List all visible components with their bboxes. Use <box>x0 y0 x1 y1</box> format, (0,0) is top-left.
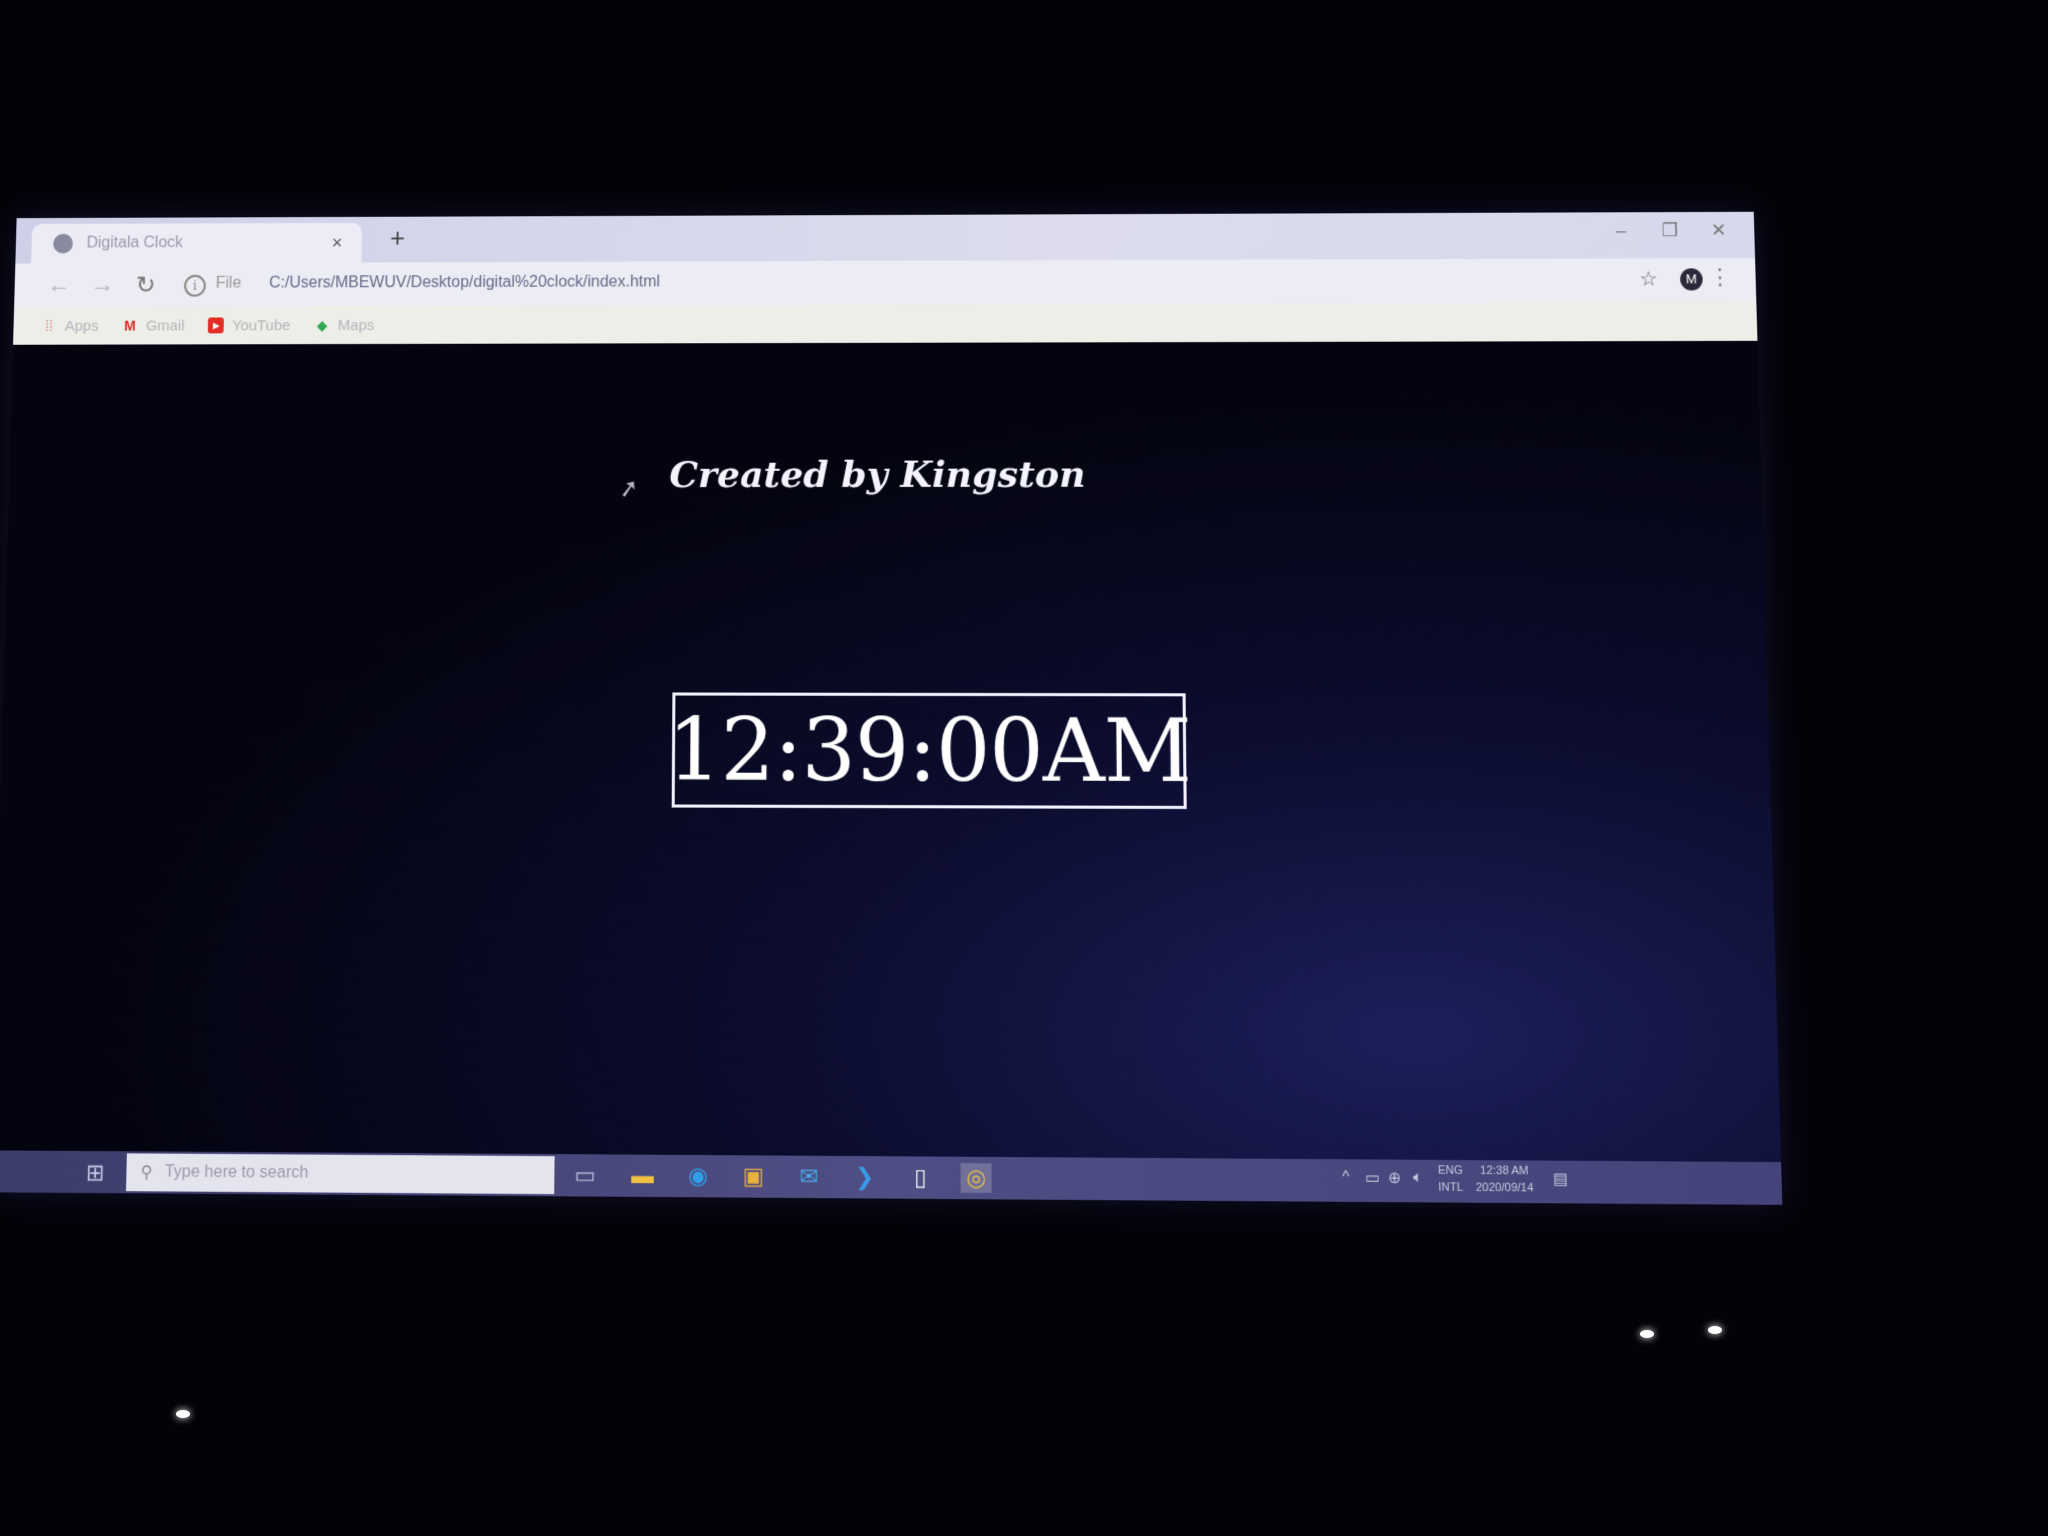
language-indicator[interactable]: ENG INTL <box>1438 1162 1464 1196</box>
globe-icon <box>52 233 74 254</box>
close-window-button[interactable]: ✕ <box>1705 220 1732 241</box>
new-tab-button[interactable]: + <box>382 223 412 254</box>
system-time: 12:38 AM <box>1479 1164 1529 1178</box>
bookmarks-bar: ⁞⁞ Apps M Gmail ▶ YouTube ◆ Maps <box>13 302 1758 345</box>
bookmark-youtube[interactable]: ▶ YouTube <box>208 316 291 334</box>
search-icon: ⚲ <box>140 1163 153 1182</box>
digital-clock: 12:39:00AM <box>667 692 1191 809</box>
credit-heading: Created by Kingston <box>669 453 1086 497</box>
taskbar-search-box[interactable]: ⚲ Type here to search <box>125 1153 555 1195</box>
edge-icon[interactable]: ◉ <box>682 1161 713 1191</box>
scheme-label: File <box>215 274 242 292</box>
bookmark-label: Apps <box>64 317 99 335</box>
tab-strip: Digitala Clock × + – ❐ ✕ <box>15 211 1756 264</box>
tab-title: Digitala Clock <box>86 234 184 252</box>
bookmark-star-icon[interactable]: ☆ <box>1639 266 1658 291</box>
site-info-icon[interactable]: i <box>183 274 207 297</box>
store-icon[interactable]: ▣ <box>738 1162 769 1192</box>
bookmark-label: Maps <box>337 316 375 334</box>
mail-icon[interactable]: ✉ <box>794 1162 825 1192</box>
monitor-screen: Digitala Clock × + – ❐ ✕ ← → ↻ i File C:… <box>0 211 1783 1205</box>
forward-button[interactable]: → <box>87 271 117 299</box>
keyboard-led-icon <box>1640 1330 1654 1338</box>
search-placeholder: Type here to search <box>164 1163 309 1182</box>
keyboard-led-icon <box>176 1410 190 1418</box>
battery-icon[interactable]: ▭ <box>1365 1168 1380 1187</box>
bookmark-label: YouTube <box>231 316 291 334</box>
chrome-icon[interactable]: ◎ <box>960 1163 992 1193</box>
menu-kebab-icon[interactable]: ⋮ <box>1708 264 1731 290</box>
vscode-icon[interactable]: ❯ <box>849 1162 880 1192</box>
bookmark-gmail[interactable]: M Gmail <box>122 317 185 334</box>
address-bar[interactable]: C:/Users/MBEWUV/Desktop/digital%20clock/… <box>269 273 660 292</box>
back-button[interactable]: ← <box>44 271 74 299</box>
tab-close-icon[interactable]: × <box>326 232 348 253</box>
browser-toolbar: ← → ↻ i File C:/Users/MBEWUV/Desktop/dig… <box>14 258 1757 308</box>
gmail-icon: M <box>124 317 137 334</box>
network-icon[interactable]: ⊕ <box>1388 1168 1401 1187</box>
windows-start-icon[interactable]: ⊞ <box>86 1159 105 1186</box>
keyboard-layout: INTL <box>1438 1181 1464 1195</box>
system-date: 2020/09/14 <box>1475 1181 1534 1195</box>
task-view-icon[interactable]: ▭ <box>570 1161 601 1191</box>
profile-avatar[interactable]: M <box>1679 268 1703 291</box>
minimize-button[interactable]: – <box>1607 220 1634 241</box>
maps-icon: ◆ <box>316 317 328 334</box>
language-code: ENG <box>1437 1164 1463 1178</box>
notepad-icon[interactable]: ▯ <box>905 1163 936 1193</box>
page-content: Created by Kingston 12:39:00AM <box>0 340 1782 1163</box>
system-clock[interactable]: 12:38 AM 2020/09/14 <box>1475 1162 1534 1196</box>
keyboard-led-icon <box>1708 1326 1722 1334</box>
apps-grid-icon: ⁞⁞ <box>44 317 54 334</box>
show-hidden-icons-icon[interactable]: ^ <box>1342 1168 1350 1186</box>
bookmark-apps[interactable]: ⁞⁞ Apps <box>41 317 99 334</box>
restore-button[interactable]: ❐ <box>1656 220 1683 241</box>
file-explorer-icon[interactable]: ▬ <box>627 1161 658 1191</box>
browser-tab[interactable]: Digitala Clock × <box>31 222 363 264</box>
bookmark-maps[interactable]: ◆ Maps <box>314 316 375 334</box>
volume-icon[interactable]: 🔈︎ <box>1413 1168 1423 1186</box>
bookmark-label: Gmail <box>145 317 185 335</box>
youtube-icon: ▶ <box>208 317 225 334</box>
reload-button[interactable]: ↻ <box>131 271 161 300</box>
notification-center-icon[interactable]: ▤ <box>1553 1169 1568 1188</box>
